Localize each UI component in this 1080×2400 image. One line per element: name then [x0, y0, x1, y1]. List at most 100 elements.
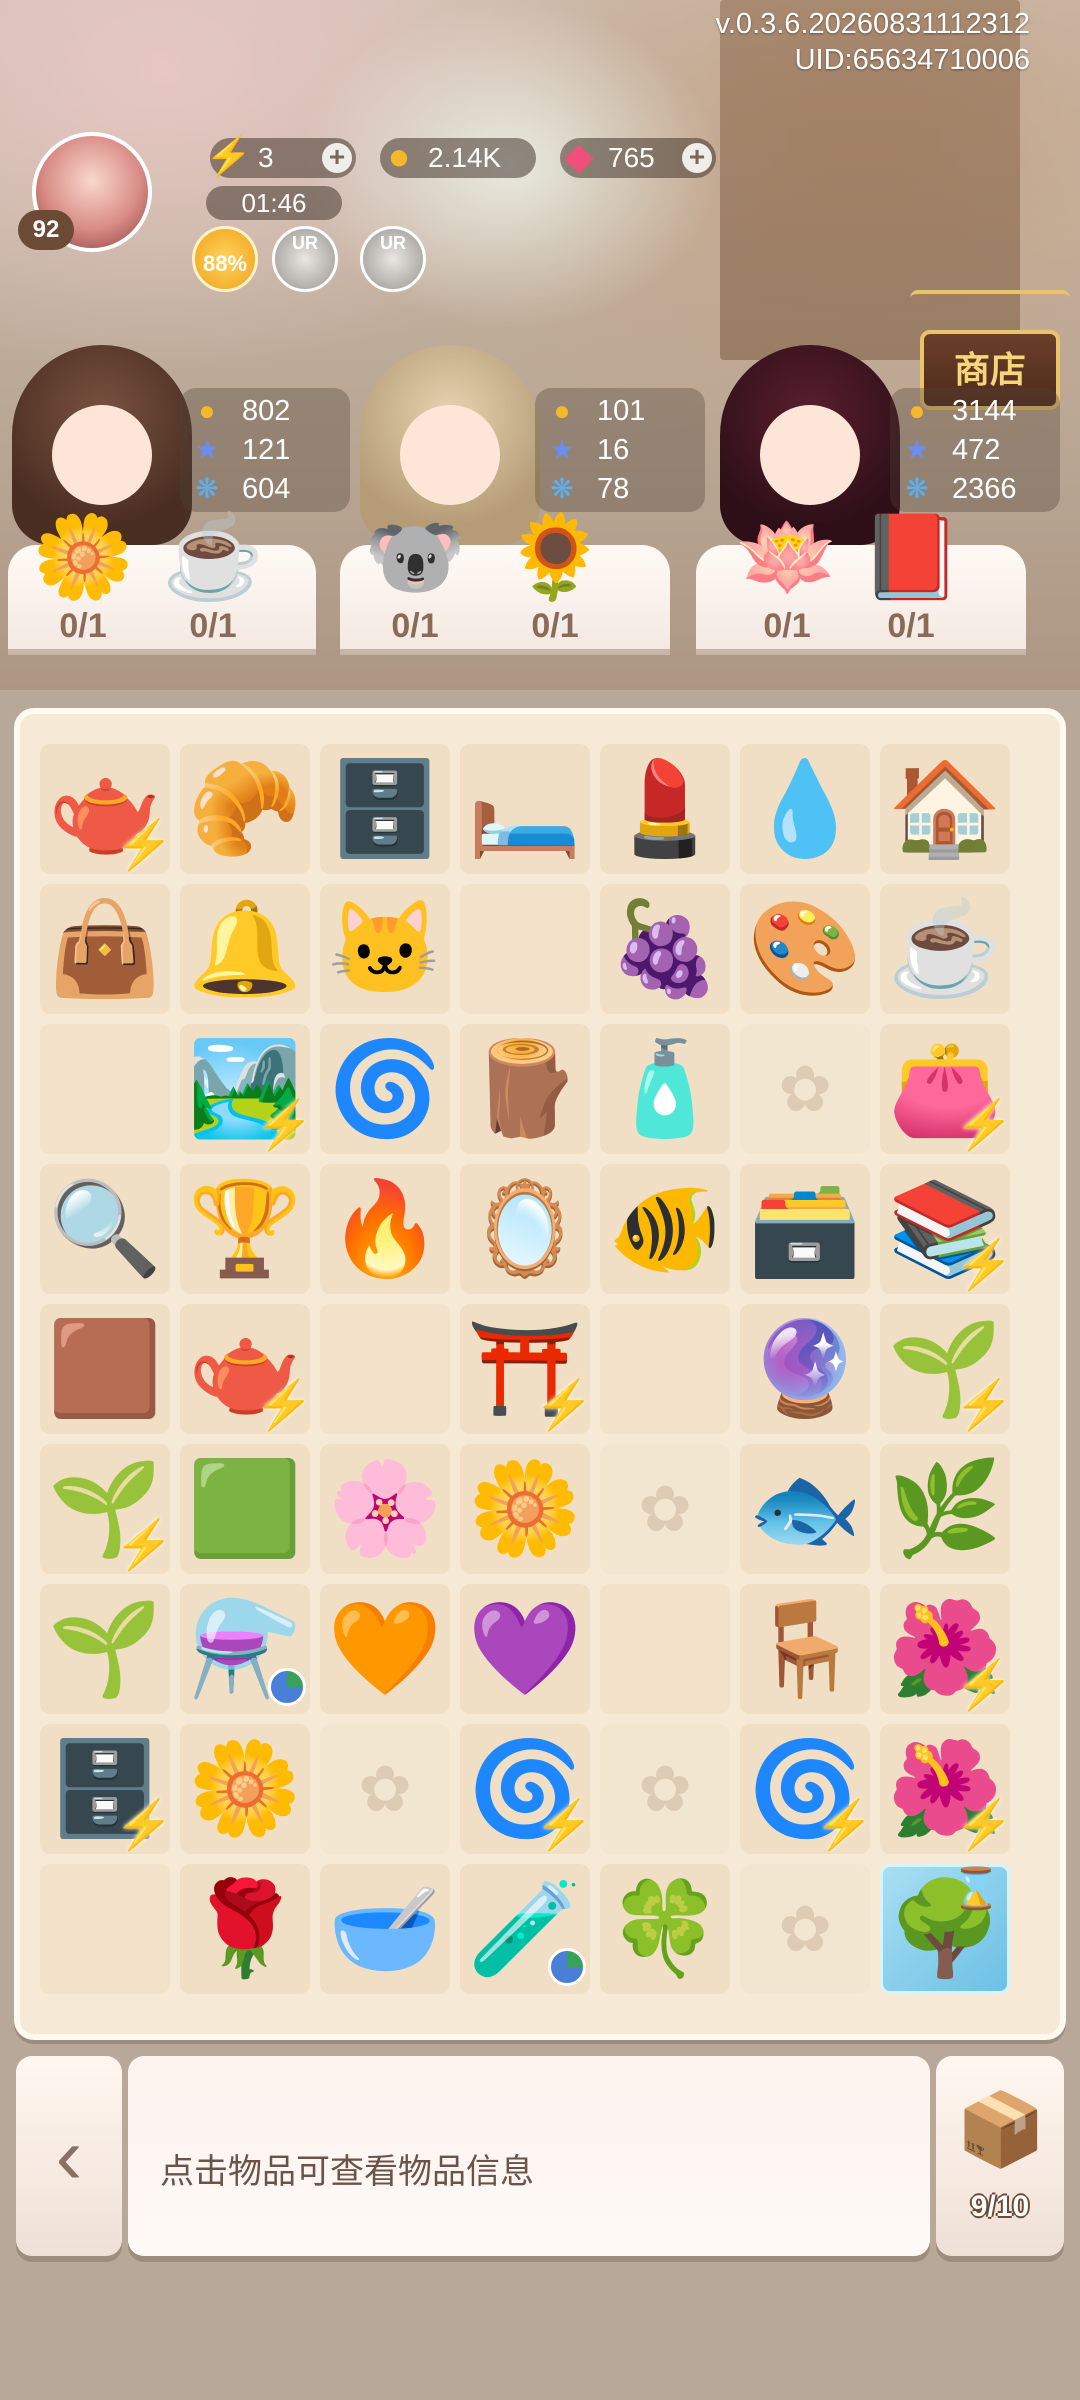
frozen-tree-item[interactable]: 🌳 ⌛: [880, 1864, 1010, 1994]
order-count: 0/1: [189, 607, 237, 645]
blue-purse-item[interactable]: 👛 ⚡: [880, 1024, 1014, 1154]
order-card-1[interactable]: 🌼 ☕ 0/1 0/1: [8, 512, 316, 655]
bookshelf-item[interactable]: 📚 ⚡: [880, 1164, 1014, 1294]
soil-patch-item[interactable]: 🟫: [40, 1304, 170, 1434]
orange-portal-item[interactable]: 🌀 ⚡: [740, 1724, 874, 1854]
yellow-flower-item[interactable]: 🌼: [180, 1724, 310, 1854]
rose-arch-tile-item[interactable]: 🌹: [180, 1864, 310, 1994]
locked-cell[interactable]: ✿: [740, 1024, 870, 1154]
small-desk-item[interactable]: 🪑: [740, 1584, 870, 1714]
cat-teacup-item[interactable]: ☕: [880, 884, 1010, 1014]
lipstick-set-item[interactable]: 💄: [600, 744, 730, 874]
gem-pill[interactable]: ◆ 765 +: [560, 137, 716, 178]
blue-bottle-item[interactable]: 🧴: [600, 1024, 730, 1154]
locked-cell[interactable]: ✿: [600, 1724, 730, 1854]
lightning-icon: ⚡: [954, 1239, 1014, 1292]
glass-dome-lavender-item[interactable]: 💜: [460, 1584, 590, 1714]
item-info-panel: 点击物品可查看物品信息: [128, 2056, 930, 2256]
add-gem-button[interactable]: +: [682, 143, 712, 173]
cupboard-item[interactable]: 🗄️ ⚡: [40, 1724, 174, 1854]
hand-mirror-icon: 🪞: [467, 1178, 583, 1280]
ur-label: UR: [292, 233, 318, 253]
grass-tile-icon: 🟩: [187, 1458, 303, 1560]
lightning-icon: ⚡: [114, 1519, 174, 1572]
glass-dome-vine-item[interactable]: 🌿: [880, 1444, 1010, 1574]
wooden-cabinet-item[interactable]: 🗄️: [320, 744, 450, 874]
order-card-3[interactable]: 🪷 📕 0/1 0/1: [696, 512, 1026, 655]
up-badge[interactable]: 88%: [192, 226, 258, 292]
stat-coins: ● 3144: [896, 392, 1056, 430]
white-magnolia-item[interactable]: 🌼: [460, 1444, 590, 1574]
croissant-item[interactable]: 🥐: [180, 744, 310, 874]
empty-cell[interactable]: [460, 884, 590, 1014]
wooden-bowl-item[interactable]: 🥣: [320, 1864, 450, 1994]
ur-badge-1[interactable]: UR: [272, 226, 338, 292]
sprout-planter-item[interactable]: 🌱: [40, 1584, 170, 1714]
blue-portal-item[interactable]: 🌀 ⚡: [460, 1724, 594, 1854]
glass-dome-vine-icon: 🌿: [887, 1458, 1003, 1560]
locked-cell[interactable]: ✿: [320, 1724, 450, 1854]
empty-cell[interactable]: [600, 1584, 730, 1714]
shopping-bag-item[interactable]: 👜: [40, 884, 170, 1014]
lightning-icon: ⚡: [205, 136, 253, 178]
cooldown-timer-icon: [268, 1668, 306, 1706]
order-count: 0/1: [391, 607, 439, 645]
inventory-box-button[interactable]: 📦 9/10: [936, 2056, 1064, 2256]
glass-dome-green-item[interactable]: 🍀: [600, 1864, 730, 1994]
white-lily-item[interactable]: 🌸: [320, 1444, 450, 1574]
sprout-planter-item[interactable]: 🌱 ⚡: [40, 1444, 174, 1574]
lightning-icon: ⚡: [954, 1379, 1014, 1432]
teal-portal-item[interactable]: 🌀: [320, 1024, 450, 1154]
cat-bed-item[interactable]: 🐱: [320, 884, 450, 1014]
doghouse-item[interactable]: 🏠: [880, 744, 1010, 874]
magnifier-item[interactable]: 🔍: [40, 1164, 170, 1294]
garden-arch-item[interactable]: ⛩️ ⚡: [460, 1304, 594, 1434]
red-flower-planter-item[interactable]: 🌺 ⚡: [880, 1724, 1014, 1854]
goldfish-icon: 🐠: [607, 1178, 723, 1280]
locked-cell[interactable]: ✿: [600, 1444, 730, 1574]
butterfly-icon: ❋: [905, 473, 929, 504]
garden-pond-item[interactable]: 🏞️ ⚡: [180, 1024, 314, 1154]
teapot-stove-item[interactable]: 🫖 ⚡: [40, 744, 174, 874]
tree-stump-item[interactable]: 🪵: [460, 1024, 590, 1154]
red-flower-planter-item[interactable]: 🌺 ⚡: [880, 1584, 1014, 1714]
glass-dome-blue-plant-item[interactable]: 🔔: [180, 884, 310, 1014]
order-card-2[interactable]: 🐨 🌻 0/1 0/1: [340, 512, 670, 655]
hand-mirror-item[interactable]: 🪞: [460, 1164, 590, 1294]
ur-badge-2[interactable]: UR: [360, 226, 426, 292]
glass-dome-purple-tree-icon: 🔮: [747, 1318, 863, 1420]
energy-pill[interactable]: ⚡ 3 +: [205, 137, 356, 178]
back-button[interactable]: ‹: [16, 2056, 122, 2256]
eyeshadow-palette-item[interactable]: 🎨: [740, 884, 870, 1014]
empty-cell[interactable]: [320, 1304, 450, 1434]
empty-cell[interactable]: [600, 1304, 730, 1434]
wooden-cabinet-icon: 🗄️: [327, 758, 443, 860]
orange-drop-item[interactable]: 🧡: [320, 1584, 450, 1714]
small-dresser-item[interactable]: 🗃️: [740, 1164, 870, 1294]
lightning-icon: ⚡: [814, 1799, 874, 1852]
pet-bed-item[interactable]: 🛏️: [460, 744, 590, 874]
empty-cell[interactable]: [40, 1024, 170, 1154]
shop-sign-bracket: [910, 290, 1070, 310]
gold-cup-tile-item[interactable]: 🏆: [180, 1164, 310, 1294]
inventory-count: 9/10: [970, 2190, 1030, 2223]
order-count: 0/1: [59, 607, 107, 645]
campfire-item[interactable]: 🔥: [320, 1164, 450, 1294]
gold-cup-tile-icon: 🏆: [187, 1178, 303, 1280]
gold-potion-item[interactable]: 🧪: [460, 1864, 590, 1994]
green-grapes-item[interactable]: 🍇: [600, 884, 730, 1014]
pink-drop-item[interactable]: 💧: [740, 744, 870, 874]
glass-dome-purple-tree-item[interactable]: 🔮: [740, 1304, 870, 1434]
koi-fish-item[interactable]: 🐟: [740, 1444, 870, 1574]
empty-cell[interactable]: [40, 1864, 170, 1994]
goldfish-item[interactable]: 🐠: [600, 1164, 730, 1294]
sprout-planter-item[interactable]: 🌱 ⚡: [880, 1304, 1014, 1434]
locked-cell[interactable]: ✿: [740, 1864, 870, 1994]
add-energy-button[interactable]: +: [322, 143, 352, 173]
coin-pill[interactable]: ● 2.14K: [380, 137, 536, 178]
purple-potion-item[interactable]: ⚗️: [180, 1584, 310, 1714]
item-info-text: 点击物品可查看物品信息: [160, 2153, 534, 2191]
lightning-icon: ⚡: [954, 1099, 1014, 1152]
grass-tile-item[interactable]: 🟩: [180, 1444, 310, 1574]
teapot-burner-item[interactable]: 🫖 ⚡: [180, 1304, 314, 1434]
